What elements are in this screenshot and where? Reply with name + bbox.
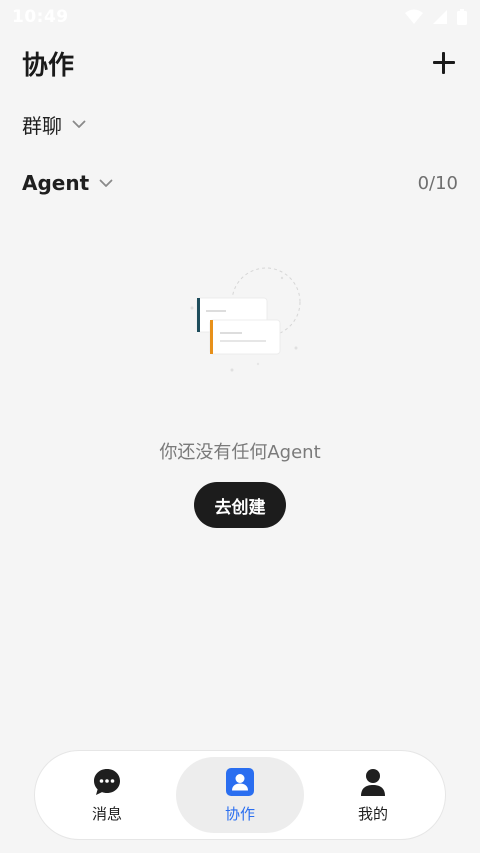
signal-icon [433, 10, 447, 24]
status-bar: 10:49 [0, 0, 480, 34]
group-chat-toggle[interactable]: 群聊 [22, 110, 86, 139]
tab-collaboration[interactable]: 协作 [176, 757, 304, 833]
status-time: 10:49 [12, 7, 69, 27]
contact-card-icon [226, 767, 254, 796]
bottom-tab-bar: 消息 协作 我的 [34, 750, 446, 840]
group-chat-label: 群聊 [22, 113, 62, 138]
chat-bubble-icon [94, 768, 120, 795]
group-chat-section: 群聊 [0, 104, 480, 144]
chevron-down-icon [72, 120, 86, 128]
status-icons [404, 8, 468, 26]
tab-label-profile: 我的 [357, 804, 388, 823]
tab-label-messages: 消息 [91, 804, 122, 823]
empty-message: 你还没有任何Agent [159, 442, 321, 463]
page-title: 协作 [22, 50, 75, 81]
wifi-icon [405, 9, 423, 24]
tab-label-collaboration: 协作 [224, 804, 255, 823]
person-icon [361, 768, 385, 796]
chevron-down-icon [99, 179, 113, 187]
battery-icon [457, 9, 467, 25]
tab-messages[interactable]: 消息 [43, 757, 171, 833]
header: 协作 [0, 40, 480, 86]
agent-count: 0/10 [417, 172, 458, 194]
agent-section: Agent 0/10 [0, 163, 480, 203]
agent-toggle[interactable]: Agent [22, 171, 113, 195]
tab-profile[interactable]: 我的 [309, 757, 437, 833]
add-button[interactable] [430, 49, 458, 77]
create-agent-button[interactable]: 去创建 [194, 482, 286, 528]
agent-label: Agent [22, 171, 90, 195]
empty-cards-illustration [190, 267, 301, 372]
empty-state: 你还没有任何Agent 去创建 [0, 260, 480, 528]
